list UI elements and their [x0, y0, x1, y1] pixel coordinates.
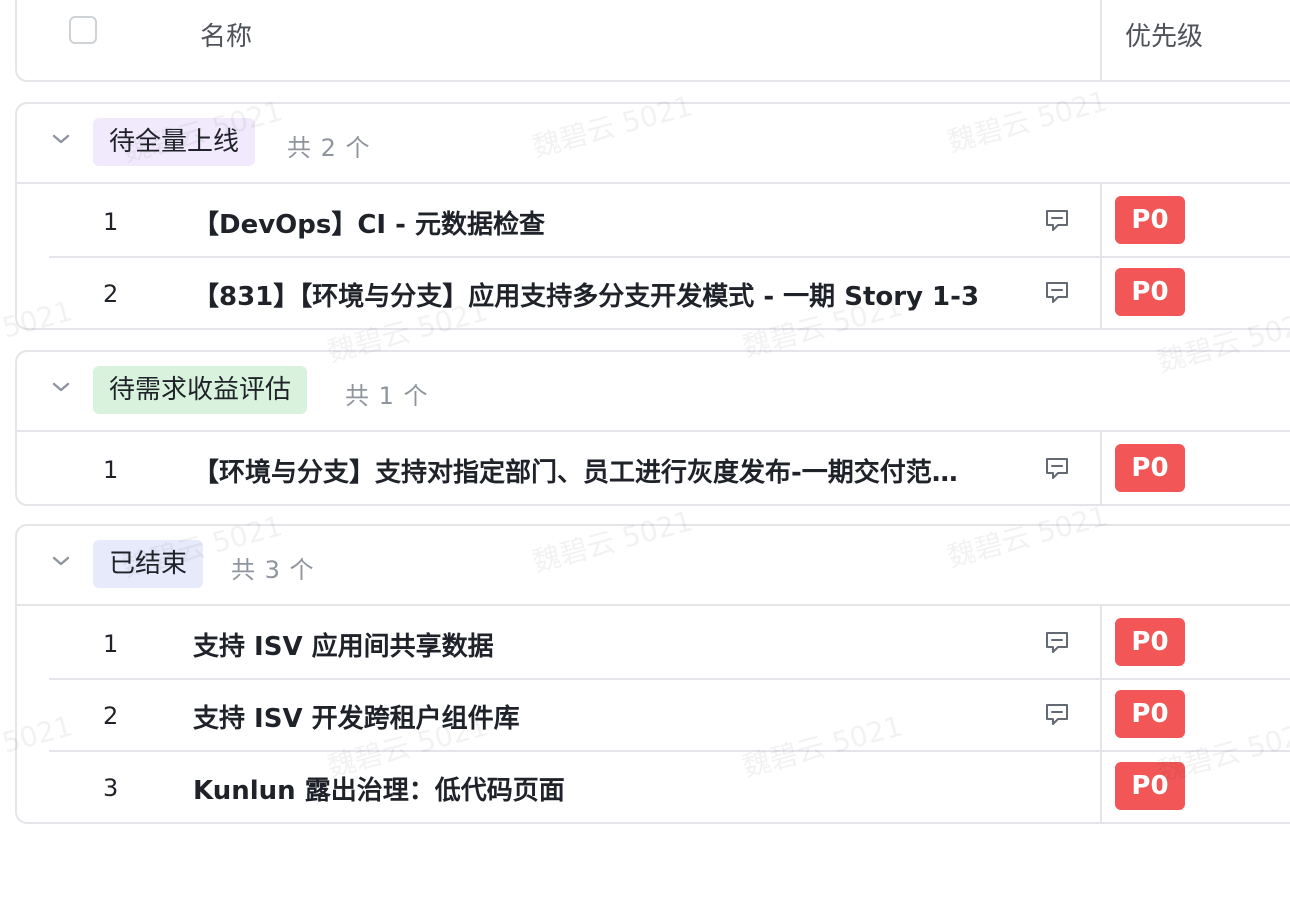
row-title[interactable]: 【831】【环境与分支】应用支持多分支开发模式 - 一期 Story 1-3: [193, 276, 979, 313]
row-title[interactable]: 支持 ISV 应用间共享数据: [193, 626, 494, 663]
column-divider: [1100, 184, 1102, 256]
group-count: 共 3 个: [231, 556, 315, 584]
table-row[interactable]: 3 Kunlun 露出治理：低代码页面 P0: [17, 750, 1290, 822]
group-tag: 待全量上线: [93, 118, 256, 166]
column-header-priority[interactable]: 优先级: [1125, 16, 1203, 53]
comment-icon[interactable]: [1043, 206, 1071, 234]
table-row[interactable]: 1 支持 ISV 应用间共享数据 P0: [17, 606, 1290, 678]
row-index: 1: [103, 456, 119, 484]
group-card: 待全量上线 共 2 个 1 【DevOps】CI - 元数据检查 P0 2 【8…: [15, 102, 1290, 330]
group-header[interactable]: 待需求收益评估 共 1 个: [17, 352, 1290, 432]
table-row[interactable]: 1 【DevOps】CI - 元数据检查 P0: [17, 184, 1290, 256]
group-count: 共 1 个: [345, 382, 429, 410]
column-divider[interactable]: [1100, 0, 1102, 80]
priority-badge[interactable]: P0: [1115, 618, 1185, 666]
priority-badge[interactable]: P0: [1115, 196, 1185, 244]
comment-icon[interactable]: [1043, 454, 1071, 482]
chevron-down-icon[interactable]: [51, 132, 71, 146]
comment-icon[interactable]: [1043, 700, 1071, 728]
table-header: 名称 优先级: [15, 0, 1290, 82]
row-title[interactable]: 【环境与分支】支持对指定部门、员工进行灰度发布-一期交付范…: [193, 452, 958, 489]
priority-badge[interactable]: P0: [1115, 762, 1185, 810]
row-index: 1: [103, 208, 119, 236]
priority-badge[interactable]: P0: [1115, 268, 1185, 316]
row-index: 2: [103, 280, 119, 308]
group-count: 共 2 个: [287, 134, 371, 162]
group-tag: 已结束: [93, 540, 204, 588]
chevron-down-icon[interactable]: [51, 380, 71, 394]
column-divider: [1100, 678, 1102, 750]
row-index: 2: [103, 702, 119, 730]
group-header[interactable]: 待全量上线 共 2 个: [17, 104, 1290, 184]
group-tag: 待需求收益评估: [93, 366, 308, 414]
column-header-name[interactable]: 名称: [200, 16, 252, 53]
priority-badge[interactable]: P0: [1115, 444, 1185, 492]
row-title[interactable]: 支持 ISV 开发跨租户组件库: [193, 698, 520, 735]
comment-icon[interactable]: [1043, 278, 1071, 306]
column-divider: [1100, 432, 1102, 504]
group-header[interactable]: 已结束 共 3 个: [17, 526, 1290, 606]
chevron-down-icon[interactable]: [51, 554, 71, 568]
row-title[interactable]: 【DevOps】CI - 元数据检查: [193, 204, 545, 241]
group-card: 待需求收益评估 共 1 个 1 【环境与分支】支持对指定部门、员工进行灰度发布-…: [15, 350, 1290, 506]
group-card: 已结束 共 3 个 1 支持 ISV 应用间共享数据 P0 2 支持 ISV 开…: [15, 524, 1290, 824]
table-row[interactable]: 2 【831】【环境与分支】应用支持多分支开发模式 - 一期 Story 1-3…: [17, 256, 1290, 328]
select-all-checkbox[interactable]: [69, 16, 97, 44]
row-index: 3: [103, 774, 119, 802]
column-divider: [1100, 606, 1102, 678]
row-index: 1: [103, 630, 119, 658]
column-divider: [1100, 256, 1102, 328]
column-divider: [1100, 750, 1102, 822]
row-title[interactable]: Kunlun 露出治理：低代码页面: [193, 770, 565, 807]
table-row[interactable]: 2 支持 ISV 开发跨租户组件库 P0: [17, 678, 1290, 750]
table-row[interactable]: 1 【环境与分支】支持对指定部门、员工进行灰度发布-一期交付范… P0: [17, 432, 1290, 504]
priority-badge[interactable]: P0: [1115, 690, 1185, 738]
comment-icon[interactable]: [1043, 628, 1071, 656]
